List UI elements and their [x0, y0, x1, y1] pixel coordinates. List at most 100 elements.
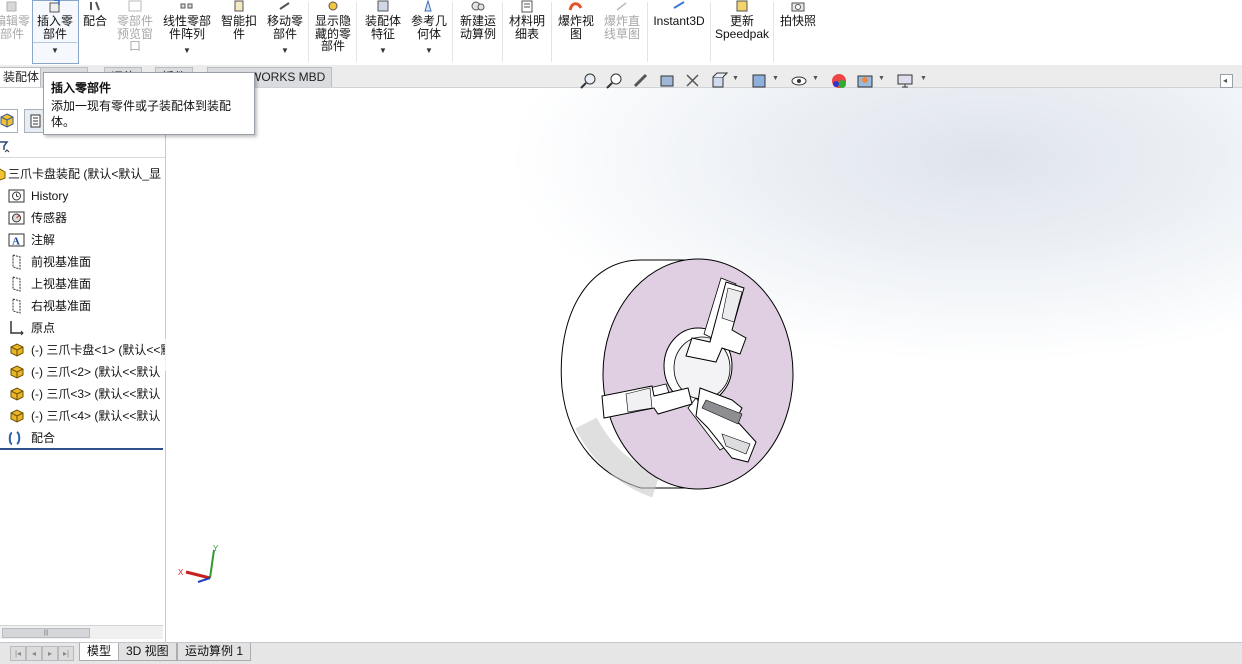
chevron-down-icon[interactable]: ▼ [920, 75, 927, 82]
tree-item-label: History [31, 189, 69, 203]
chevron-down-icon[interactable]: ▼ [878, 75, 885, 82]
instant3d-button[interactable]: Instant3D [650, 0, 708, 65]
panel-toggle-icon: ◂ [1223, 76, 1228, 85]
mate-button[interactable]: 配合 [81, 0, 109, 65]
explode-line-sketch-button[interactable]: 爆炸直线草图 [600, 0, 644, 65]
tree-item-label: 右视基准面 [31, 299, 92, 313]
show-hidden-components-button[interactable]: 显示隐藏的零部件 [312, 0, 354, 65]
exploded-view-button[interactable]: 爆炸视图 [554, 0, 598, 65]
graphics-viewport[interactable]: Y X [166, 88, 1242, 642]
assembly-features-icon [360, 0, 406, 14]
chevron-down-icon[interactable]: ▼ [772, 75, 779, 82]
feature-manager-tab[interactable] [0, 109, 18, 133]
linear-pattern-button[interactable]: 线性零部件阵列 ▼ [160, 0, 214, 65]
ribbon-separator [502, 2, 503, 62]
ribbon-separator [710, 2, 711, 62]
tree-root-label: 三爪卡盘装配 (默认<默认_显 [8, 167, 162, 181]
previous-view-icon[interactable] [632, 72, 650, 90]
ribbon-separator [647, 2, 648, 62]
tooltip-description: 添加一现有零件或子装配体到装配体。 [51, 99, 232, 129]
apply-scene-icon[interactable] [856, 72, 874, 90]
motion-study-icon [456, 0, 500, 14]
reference-geometry-button[interactable]: 参考几何体 ▼ [408, 0, 450, 65]
sensor-icon [8, 210, 25, 226]
orientation-triad: Y X [178, 544, 219, 583]
chevron-down-icon[interactable]: ▼ [732, 75, 739, 82]
ribbon-separator [452, 2, 453, 62]
chevron-down-icon[interactable]: ▼ [812, 75, 819, 82]
plane-icon [8, 298, 25, 314]
smart-fasteners-button[interactable]: 智能扣件 [218, 0, 260, 65]
origin-icon [8, 320, 25, 336]
part-icon [8, 408, 25, 424]
next-tab-button[interactable]: ▸ [42, 646, 58, 661]
assembly-features-button[interactable]: 装配体特征 ▼ [360, 0, 406, 65]
plane-icon [8, 276, 25, 292]
tooltip-title: 插入零部件 [51, 81, 112, 95]
horizontal-scrollbar[interactable]: ||| [0, 625, 163, 639]
chevron-down-icon[interactable]: ▼ [264, 45, 306, 58]
tree-item-label: (-) 三爪卡盘<1> (默认<<默认 [31, 343, 185, 357]
rollback-bar[interactable] [0, 448, 163, 450]
edit-component-icon [0, 0, 32, 14]
assembly-icon [0, 168, 6, 181]
view-orientation-icon[interactable] [710, 72, 728, 90]
linear-pattern-icon [160, 0, 214, 14]
filter-icon[interactable] [0, 140, 14, 154]
update-speedpak-button[interactable]: 更新Speedpak [713, 0, 771, 65]
chevron-down-icon[interactable]: ▼ [32, 45, 78, 58]
annotation-icon: A [8, 232, 25, 248]
show-hidden-icon [312, 0, 354, 14]
insert-component-button[interactable]: 插入零部件 ▼ [32, 0, 78, 65]
ribbon-separator [308, 2, 309, 62]
svg-text:X: X [178, 568, 184, 577]
ribbon-separator [773, 2, 774, 62]
chevron-down-icon[interactable]: ▼ [160, 45, 214, 58]
chevron-down-icon[interactable]: ▼ [408, 45, 450, 58]
chevron-down-icon[interactable]: ▼ [360, 45, 406, 58]
smart-fastener-icon [218, 0, 260, 14]
command-manager-ribbon: 编辑零部件 插入零部件 ▼ 配合 零部件预览窗口 线性零部件阵列 ▼ 智能扣件 [0, 0, 1242, 66]
scroll-thumb[interactable]: ||| [2, 628, 90, 638]
part-icon [8, 342, 25, 358]
view-settings-icon[interactable] [896, 72, 914, 90]
tree-item-label: 上视基准面 [31, 277, 92, 291]
move-component-button[interactable]: 移动零部件 ▼ [264, 0, 306, 65]
three-jaw-chuck-model[interactable] [546, 248, 826, 508]
model-tabs-bar: |◂ ◂ ▸ ▸| 模型 3D 视图 运动算例 1 [0, 642, 1242, 664]
prev-tab-button[interactable]: ◂ [26, 646, 42, 661]
hide-show-items-icon[interactable] [790, 72, 808, 90]
edit-appearance-icon[interactable] [830, 72, 848, 90]
tab-motion-study-1[interactable]: 运动算例 1 [177, 643, 252, 661]
take-snapshot-button[interactable]: 拍快照 [776, 0, 820, 65]
bom-icon [505, 0, 549, 14]
heads-up-view-toolbar: ▼ ▼ ▼ ▼ ▼ [580, 70, 940, 92]
component-preview-button[interactable]: 零部件预览窗口 [113, 0, 157, 65]
tree-item-label: 原点 [31, 321, 56, 335]
ribbon-separator [551, 2, 552, 62]
bill-of-materials-button[interactable]: 材料明细表 [505, 0, 549, 65]
insert-component-tooltip: 插入零部件 添加一现有零件或子装配体到装配体。 [43, 72, 255, 135]
tab-3d-view[interactable]: 3D 视图 [118, 643, 177, 661]
display-style-icon[interactable] [750, 72, 768, 90]
ribbon-separator [356, 2, 357, 62]
insert-component-icon [32, 0, 78, 14]
reference-geometry-icon [408, 0, 450, 14]
edit-component-button[interactable]: 编辑零部件 [0, 0, 32, 65]
dynamic-annotation-icon[interactable] [684, 72, 702, 90]
tree-filter-row [0, 135, 165, 158]
new-motion-study-button[interactable]: 新建运动算例 [456, 0, 500, 65]
task-pane-toggle[interactable]: ◂ [1220, 74, 1233, 88]
mate-icon [81, 0, 109, 14]
part-icon [8, 386, 25, 402]
speedpak-icon [713, 0, 771, 14]
section-view-icon[interactable] [658, 72, 676, 90]
svg-text:A: A [12, 236, 20, 248]
zoom-to-area-icon[interactable] [606, 72, 624, 90]
zoom-to-fit-icon[interactable] [580, 72, 598, 90]
tab-model[interactable]: 模型 [79, 643, 120, 661]
tree-item-label: 配合 [31, 431, 56, 445]
preview-window-icon [113, 0, 157, 14]
last-tab-button[interactable]: ▸| [58, 646, 74, 661]
first-tab-button[interactable]: |◂ [10, 646, 26, 661]
